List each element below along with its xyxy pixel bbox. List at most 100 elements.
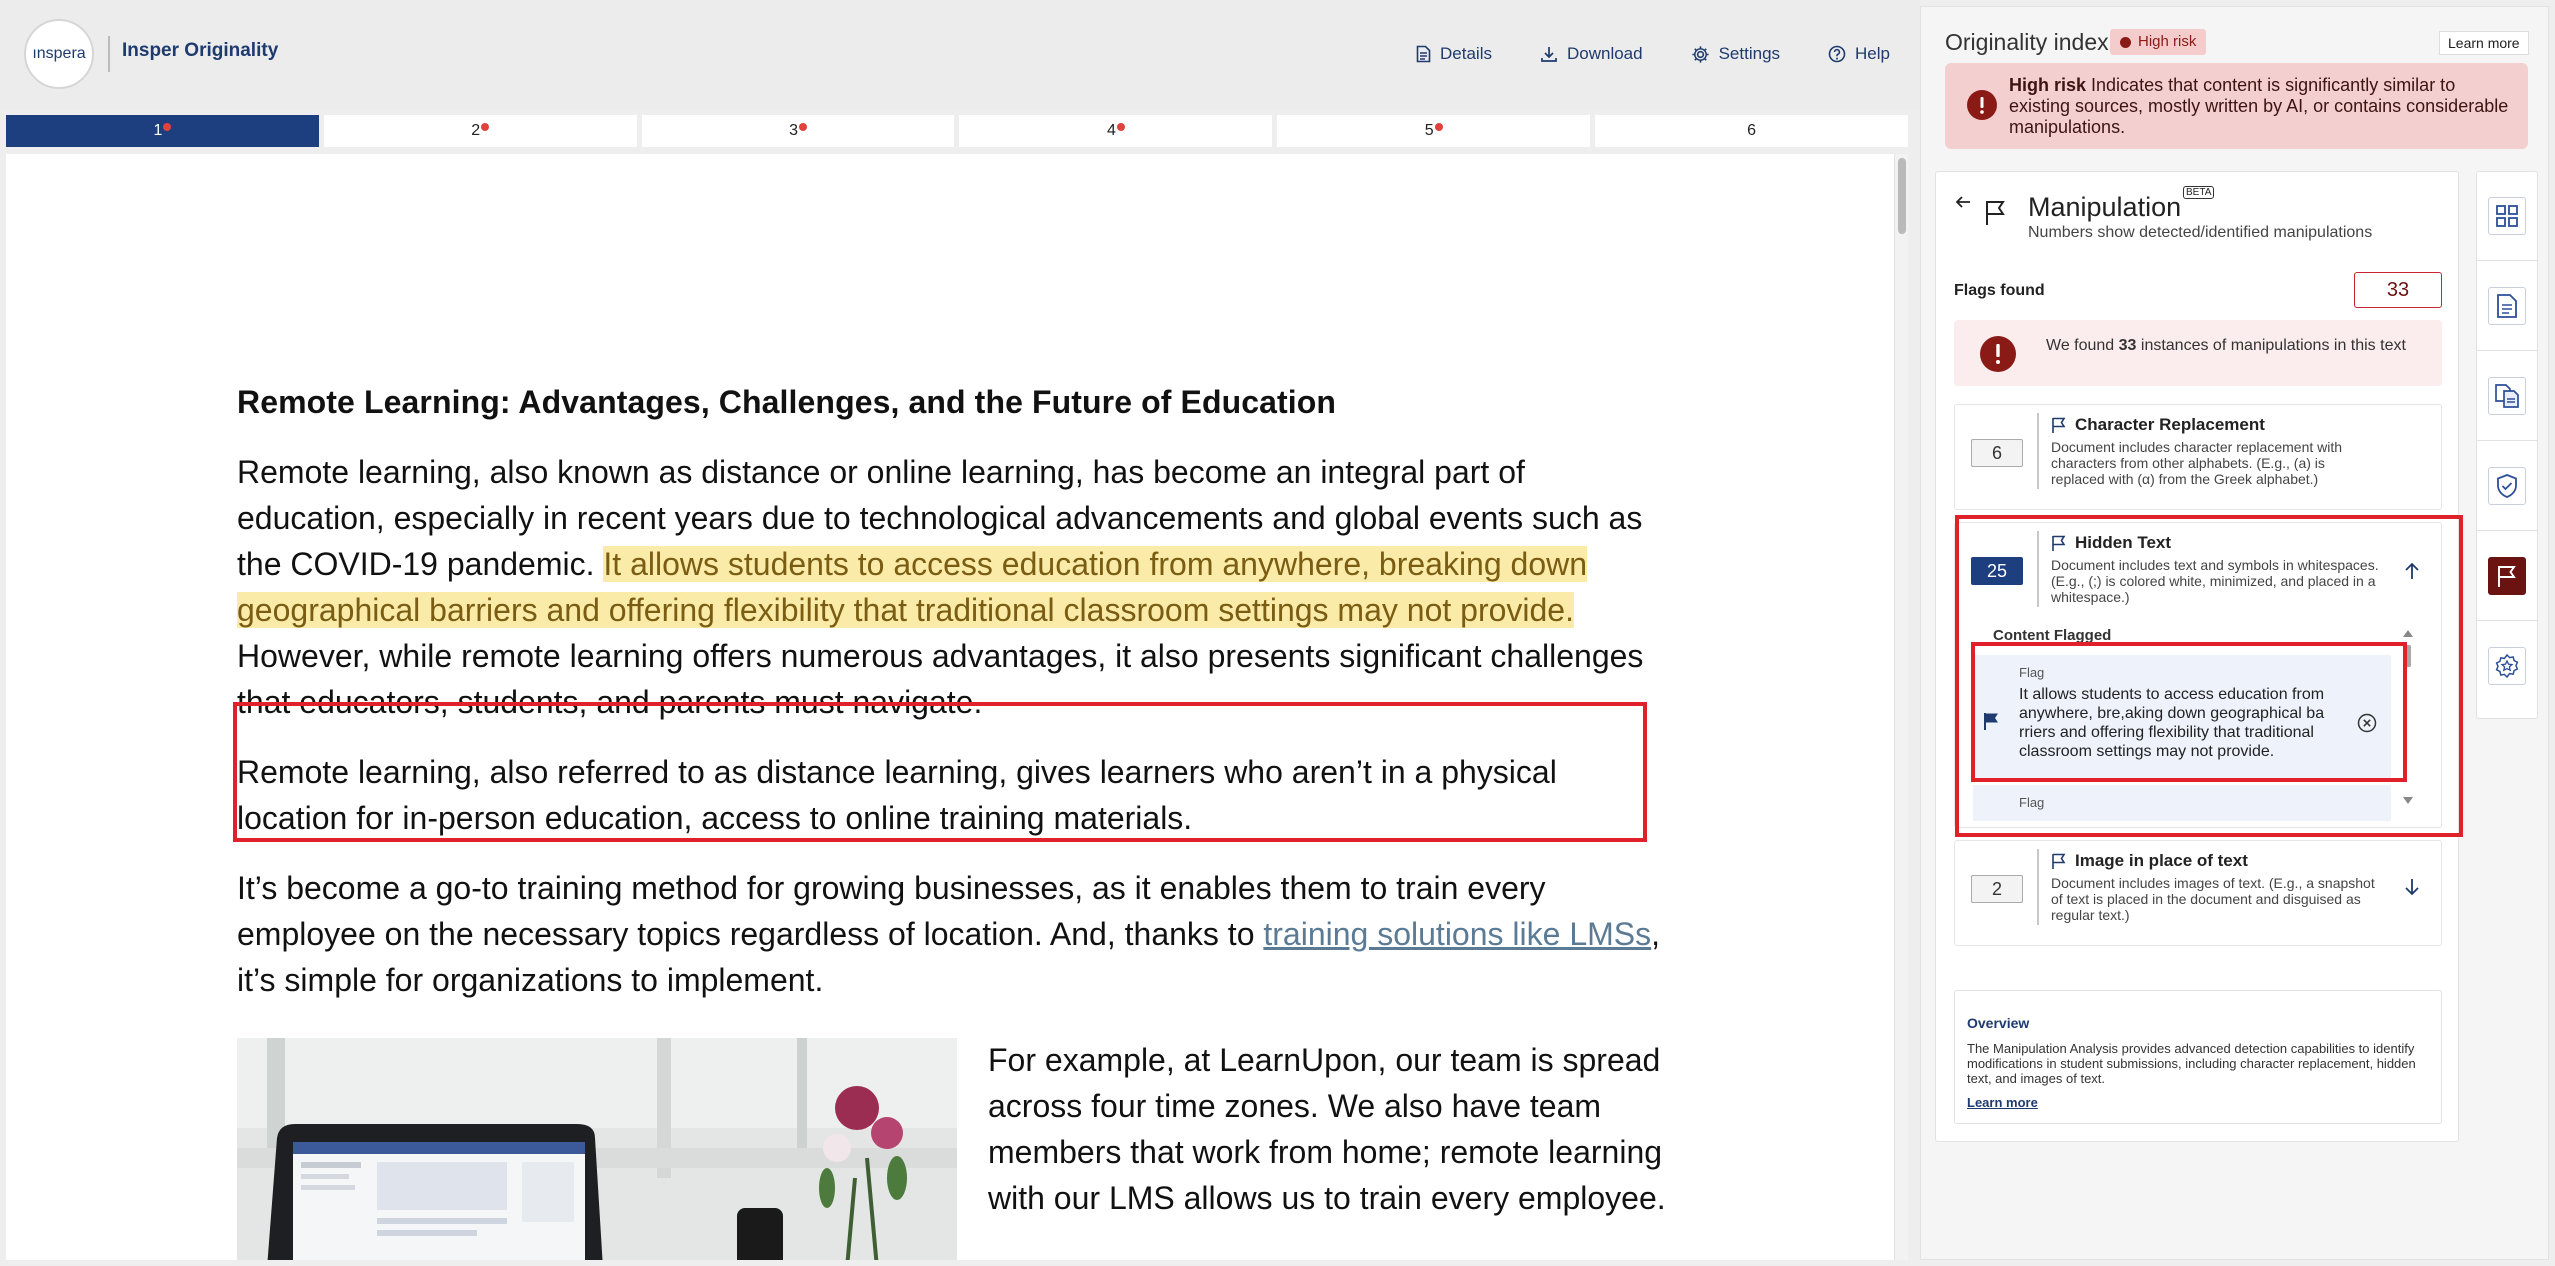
document-icon bbox=[1416, 45, 1431, 63]
found-text-post: instances of manipulations in this text bbox=[2136, 337, 2406, 354]
help-icon bbox=[1828, 45, 1846, 63]
paragraph-text: However, while remote learning offers nu… bbox=[237, 638, 1644, 720]
found-text: We found 33 instances of manipulations i… bbox=[2046, 336, 2416, 355]
found-text-pre: We found bbox=[2046, 337, 2119, 354]
category-count: 6 bbox=[1971, 439, 2023, 467]
flag-icon bbox=[2051, 852, 2067, 870]
paragraph-2: Remote learning, also referred to as dis… bbox=[237, 754, 1557, 836]
overview-learn-more-link[interactable]: Learn more bbox=[1967, 1095, 2038, 1110]
overview-grid-button[interactable] bbox=[2488, 197, 2526, 235]
flags-found-label: Flags found bbox=[1954, 282, 2045, 299]
logo-divider bbox=[108, 36, 110, 72]
page-tab-label: 5 bbox=[1424, 122, 1434, 139]
top-header: ınspera Insper Originality Details Downl… bbox=[0, 0, 1920, 110]
category-hidden-text[interactable]: 25 Hidden Text Document includes text an… bbox=[1954, 522, 2442, 828]
dismiss-flag-icon[interactable] bbox=[2357, 713, 2377, 733]
page-tab-label: 2 bbox=[471, 122, 481, 139]
page-tabs: 1 2 3 4 5 6 bbox=[6, 115, 1908, 147]
scroll-up-icon[interactable] bbox=[2401, 627, 2415, 639]
document-viewer[interactable]: Remote Learning: Advantages, Challenges,… bbox=[6, 154, 1908, 1260]
scroll-thumb[interactable] bbox=[1898, 158, 1906, 234]
manipulation-subtitle: Numbers show detected/identified manipul… bbox=[2028, 224, 2373, 241]
risk-badge: High risk bbox=[2110, 29, 2207, 55]
page-tab-label: 6 bbox=[1747, 122, 1756, 139]
star-badge-icon bbox=[2494, 653, 2520, 679]
translated-matches-button[interactable] bbox=[2488, 377, 2526, 415]
category-title-row: Character Replacement bbox=[2051, 415, 2265, 435]
flag-icon bbox=[1984, 198, 2008, 226]
grid-icon bbox=[2495, 204, 2519, 228]
beta-badge: BETA bbox=[2183, 186, 2215, 199]
learn-more-button[interactable]: Learn more bbox=[2439, 31, 2529, 55]
high-risk-alert: High risk Indicates that content is sign… bbox=[1945, 63, 2528, 149]
top-actions: Details Download Settings Help bbox=[1416, 44, 1890, 64]
download-icon bbox=[1540, 45, 1558, 63]
flag-dot bbox=[1434, 123, 1443, 131]
flag-dot bbox=[1116, 123, 1125, 131]
flag-filled-icon bbox=[1983, 711, 2001, 731]
category-title: Hidden Text bbox=[2075, 533, 2172, 552]
flag-list-scroll-thumb[interactable] bbox=[2403, 645, 2411, 667]
page-tab-label: 3 bbox=[789, 122, 799, 139]
settings-button[interactable]: Settings bbox=[1691, 44, 1780, 64]
ai-authorship-button[interactable] bbox=[2488, 467, 2526, 505]
flags-found-count: 33 bbox=[2354, 272, 2442, 308]
expand-arrow-icon[interactable] bbox=[2403, 877, 2421, 897]
flag-entry[interactable]: Flag bbox=[1973, 785, 2391, 821]
lms-link[interactable]: training solutions like LMSs bbox=[1263, 916, 1651, 952]
logo-text: ınspera bbox=[32, 45, 86, 62]
flag-icon bbox=[2496, 564, 2518, 588]
category-description: Document includes images of text. (E.g.,… bbox=[2051, 875, 2375, 923]
category-title-row: Image in place of text bbox=[2051, 851, 2248, 871]
alert-text: High risk Indicates that content is sign… bbox=[2009, 75, 2509, 138]
analysis-icon-rail bbox=[2476, 171, 2538, 719]
category-image-in-place-of-text[interactable]: 2 Image in place of text Document includ… bbox=[1954, 840, 2442, 946]
category-character-replacement[interactable]: 6 Character Replacement Document include… bbox=[1954, 404, 2442, 510]
flag-icon bbox=[2051, 534, 2067, 552]
document-content: Remote Learning: Advantages, Challenges,… bbox=[237, 384, 1667, 1027]
page-tab-6[interactable]: 6 bbox=[1595, 115, 1908, 147]
document-title: Remote Learning: Advantages, Challenges,… bbox=[237, 384, 1337, 420]
brand-name: Insper Originality bbox=[122, 40, 279, 61]
document-scrollbar[interactable] bbox=[1894, 154, 1908, 1260]
rail-divider bbox=[2477, 260, 2537, 261]
page-tab-4[interactable]: 4 bbox=[959, 115, 1273, 147]
manipulation-card: Manipulation BETA Numbers show detected/… bbox=[1935, 171, 2459, 1142]
category-divider bbox=[2037, 413, 2039, 489]
found-count: 33 bbox=[2118, 337, 2137, 354]
collapse-arrow-icon[interactable] bbox=[2403, 561, 2421, 581]
category-description: Document includes character replacement … bbox=[2051, 439, 2343, 487]
page-tab-5[interactable]: 5 bbox=[1277, 115, 1591, 147]
page-tab-label: 4 bbox=[1106, 122, 1116, 139]
scroll-down-icon[interactable] bbox=[2401, 795, 2415, 807]
back-arrow-icon[interactable] bbox=[1954, 194, 1972, 210]
flag-dot bbox=[481, 123, 490, 131]
page-tab-3[interactable]: 3 bbox=[641, 115, 955, 147]
page-tab-1[interactable]: 1 bbox=[6, 115, 319, 147]
flag-dot bbox=[163, 123, 172, 131]
download-button[interactable]: Download bbox=[1540, 44, 1643, 64]
overview-box: Overview The Manipulation Analysis provi… bbox=[1954, 990, 2442, 1124]
manipulation-button[interactable] bbox=[2488, 557, 2526, 595]
flag-entry[interactable]: Flag It allows students to access educat… bbox=[1973, 655, 2391, 779]
paragraph-3: It’s become a go-to training method for … bbox=[237, 865, 1667, 1003]
help-button[interactable]: Help bbox=[1828, 44, 1890, 64]
rail-divider bbox=[2477, 440, 2537, 441]
overview-title: Overview bbox=[1967, 1015, 2030, 1031]
gear-icon bbox=[1691, 45, 1710, 64]
flag-label: Flag bbox=[2019, 665, 2045, 680]
page-tab-2[interactable]: 2 bbox=[323, 115, 637, 147]
download-label: Download bbox=[1566, 44, 1643, 63]
category-title: Character Replacement bbox=[2075, 415, 2265, 434]
flag-text: It allows students to access education f… bbox=[2019, 686, 2325, 760]
paragraph-4: For example, at LearnUpon, our team is s… bbox=[988, 1042, 1666, 1216]
help-label: Help bbox=[1855, 44, 1890, 63]
details-label: Details bbox=[1440, 44, 1492, 63]
category-count: 25 bbox=[1971, 557, 2023, 585]
similarity-report-button[interactable] bbox=[2488, 287, 2526, 325]
originality-index-title: Originality index bbox=[1945, 29, 2109, 55]
badge-button[interactable] bbox=[2488, 647, 2526, 685]
content-flagged-label: Content Flagged bbox=[1993, 627, 2112, 644]
rail-divider bbox=[2477, 620, 2537, 621]
details-button[interactable]: Details bbox=[1416, 44, 1492, 64]
